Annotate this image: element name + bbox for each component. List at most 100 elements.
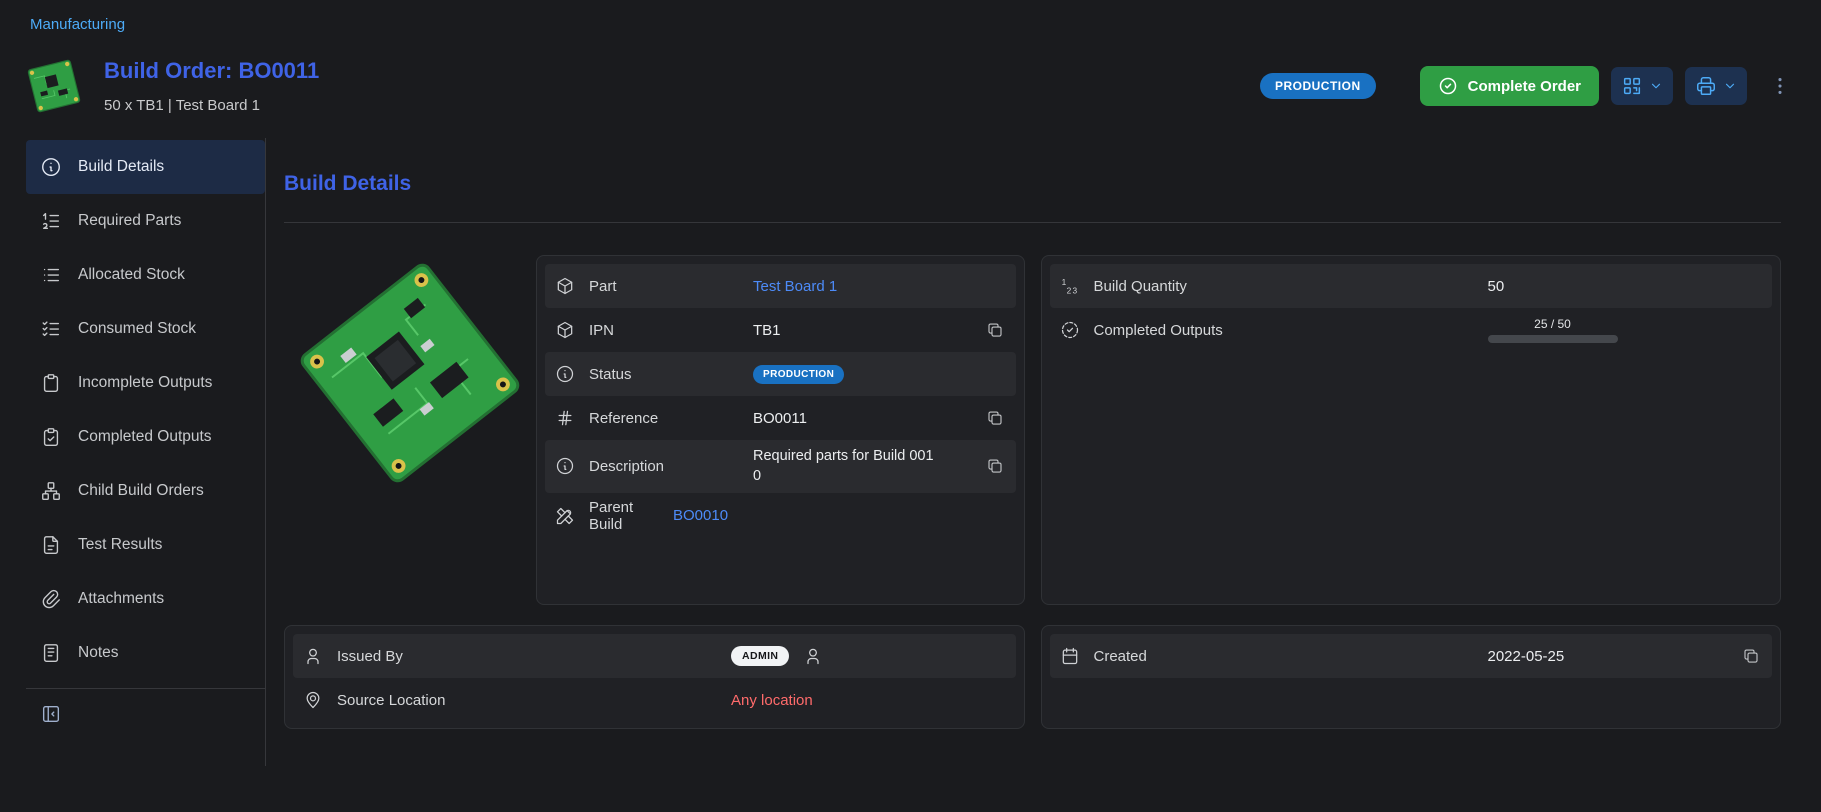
content: Build Details Required Parts Allocated S… [0, 138, 1821, 766]
progress-text: 25 / 50 [1534, 317, 1571, 331]
build-quantity-row: 123 Build Quantity 50 [1050, 264, 1773, 308]
barcode-actions-button[interactable] [1611, 67, 1673, 105]
header-titles: Build Order: BO0011 50 x TB1 | Test Boar… [104, 58, 319, 114]
more-actions-button[interactable] [1765, 71, 1795, 101]
sidebar-item-incomplete-outputs[interactable]: Incomplete Outputs [26, 356, 265, 410]
detail-label: Parent Build [589, 499, 659, 533]
detail-row-part: Part Test Board 1 [545, 264, 1016, 308]
detail-row-status: Status PRODUCTION [545, 352, 1016, 396]
sidebar-item-completed-outputs[interactable]: Completed Outputs [26, 410, 265, 464]
list-icon [40, 264, 62, 286]
created-label: Created [1094, 648, 1474, 665]
sitemap-icon [40, 480, 62, 502]
source-location-label: Source Location [337, 692, 717, 709]
description-value: Required parts for Build 0010 [753, 446, 938, 487]
parent-build-link[interactable]: BO0010 [673, 507, 728, 524]
user-icon [303, 646, 323, 666]
detail-label: Part [589, 278, 739, 295]
sidebar-item-required-parts[interactable]: Required Parts [26, 194, 265, 248]
detail-row-parent-build: Parent Build BO0010 [545, 493, 1016, 539]
sidebar-item-label: Attachments [78, 590, 164, 608]
copy-icon [986, 457, 1004, 475]
completed-outputs-progress: 25 / 50 [1488, 317, 1618, 343]
page-title: Build Order: BO0011 [104, 58, 319, 84]
copy-button[interactable] [984, 319, 1006, 341]
sidebar-item-consumed-stock[interactable]: Consumed Stock [26, 302, 265, 356]
copy-icon [986, 409, 1004, 427]
print-actions-button[interactable] [1685, 67, 1747, 105]
sidebar-item-label: Consumed Stock [78, 320, 196, 338]
created-card: Created 2022-05-25 [1041, 625, 1782, 729]
sidebar-item-notes[interactable]: Notes [26, 626, 265, 680]
quantities-card: 123 Build Quantity 50 Completed Outputs … [1041, 255, 1782, 605]
notes-icon [40, 642, 62, 664]
part-image[interactable] [284, 255, 536, 605]
copy-button[interactable] [984, 455, 1006, 477]
sidebar-item-label: Test Results [78, 536, 162, 554]
issued-by-badge: ADMIN [731, 646, 789, 666]
copy-button[interactable] [984, 407, 1006, 429]
build-quantity-label: Build Quantity [1094, 278, 1474, 295]
detail-row-description: Description Required parts for Build 001… [545, 440, 1016, 493]
chevron-down-icon [1723, 79, 1737, 93]
detail-row-ipn: IPN TB1 [545, 308, 1016, 352]
created-row: Created 2022-05-25 [1050, 634, 1773, 678]
clipboard-check-icon [40, 426, 62, 448]
issued-card: Issued By ADMIN Source Location Any loca… [284, 625, 1025, 729]
sidebar-item-child-build-orders[interactable]: Child Build Orders [26, 464, 265, 518]
info-circle-icon [555, 456, 575, 476]
part-thumbnail[interactable] [26, 58, 82, 114]
complete-order-button[interactable]: Complete Order [1420, 66, 1599, 106]
numbers-123-icon: 123 [1060, 276, 1080, 296]
qrcode-icon [1621, 75, 1643, 97]
sidebar-item-build-details[interactable]: Build Details [26, 140, 265, 194]
pcb-image [292, 255, 528, 491]
file-report-icon [40, 534, 62, 556]
source-location-value: Any location [731, 692, 813, 709]
details-cell: Part Test Board 1 IPN TB1 Status [284, 255, 1025, 605]
completed-outputs-row: Completed Outputs 25 / 50 [1050, 308, 1773, 352]
sidebar-item-label: Build Details [78, 158, 164, 176]
collapse-sidebar-button[interactable] [40, 703, 62, 725]
sidebar-item-label: Incomplete Outputs [78, 374, 212, 392]
sidebar-footer [26, 688, 265, 744]
svg-text:2: 2 [1066, 286, 1071, 296]
sidebar-item-label: Allocated Stock [78, 266, 185, 284]
build-quantity-value: 50 [1488, 278, 1505, 295]
issued-by-row: Issued By ADMIN [293, 634, 1016, 678]
detail-label: Status [589, 366, 739, 383]
issued-by-label: Issued By [337, 648, 717, 665]
sidebar-item-label: Notes [78, 644, 119, 662]
hash-icon [555, 408, 575, 428]
printer-icon [1695, 75, 1717, 97]
calendar-icon [1060, 646, 1080, 666]
info-circle-icon [555, 364, 575, 384]
progress-check-icon [1060, 320, 1080, 340]
main-panel: Build Details [266, 138, 1821, 766]
status-badge: PRODUCTION [1260, 73, 1376, 99]
sidebar-item-test-results[interactable]: Test Results [26, 518, 265, 572]
copy-icon [986, 321, 1004, 339]
info-circle-icon [40, 156, 62, 178]
pcb-thumbnail-image [26, 58, 82, 114]
list-check-icon [40, 318, 62, 340]
sidebar-collapse-icon [40, 703, 62, 725]
part-link[interactable]: Test Board 1 [753, 278, 837, 295]
sidebar-item-label: Child Build Orders [78, 482, 204, 500]
page-subtitle: 50 x TB1 | Test Board 1 [104, 97, 319, 114]
header: Build Order: BO0011 50 x TB1 | Test Boar… [26, 58, 1795, 114]
detail-label: Description [589, 458, 739, 475]
list-numbers-icon [40, 210, 62, 232]
build-details-card: Part Test Board 1 IPN TB1 Status [536, 255, 1025, 605]
copy-icon [1742, 647, 1760, 665]
clipboard-icon [40, 372, 62, 394]
reference-value: BO0011 [753, 410, 807, 427]
svg-text:3: 3 [1072, 286, 1077, 296]
copy-button[interactable] [1740, 645, 1762, 667]
created-value: 2022-05-25 [1488, 648, 1565, 665]
breadcrumb-manufacturing[interactable]: Manufacturing [30, 16, 125, 33]
source-location-row: Source Location Any location [293, 678, 1016, 722]
dots-vertical-icon [1769, 75, 1791, 97]
sidebar-item-allocated-stock[interactable]: Allocated Stock [26, 248, 265, 302]
sidebar-item-attachments[interactable]: Attachments [26, 572, 265, 626]
